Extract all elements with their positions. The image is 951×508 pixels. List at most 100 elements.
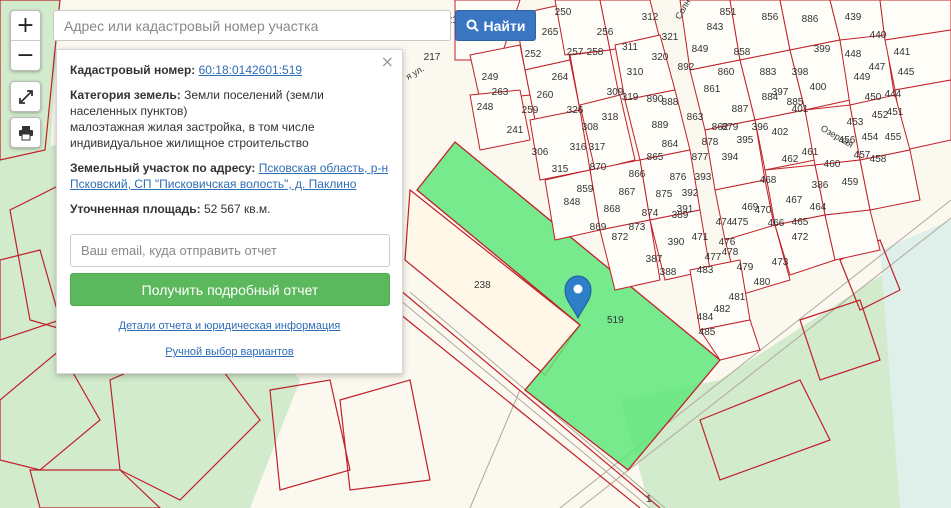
svg-text:865: 865 — [647, 152, 664, 163]
svg-text:483: 483 — [697, 265, 714, 276]
svg-text:452: 452 — [872, 110, 889, 121]
svg-text:464: 464 — [810, 202, 827, 213]
svg-text:892: 892 — [678, 62, 695, 73]
svg-text:859: 859 — [577, 184, 594, 195]
svg-text:479: 479 — [737, 262, 754, 273]
svg-text:870: 870 — [590, 162, 607, 173]
svg-text:860: 860 — [718, 67, 735, 78]
print-button[interactable] — [11, 118, 40, 147]
svg-text:883: 883 — [760, 67, 777, 78]
svg-text:468: 468 — [760, 175, 777, 186]
land-category-row: Категория земель: Земли поселений (земли… — [70, 87, 389, 151]
svg-text:455: 455 — [885, 132, 902, 143]
selected-parcel-label: 519 — [607, 315, 624, 326]
parcel-info-popup: × Кадастровый номер: 60:18:0142601:519 К… — [56, 49, 403, 374]
svg-text:472: 472 — [792, 232, 809, 243]
svg-text:402: 402 — [772, 127, 789, 138]
printer-icon — [18, 125, 33, 140]
svg-text:401: 401 — [792, 104, 809, 115]
get-report-button[interactable]: Получить подробный отчет — [70, 273, 390, 306]
svg-text:470: 470 — [755, 205, 772, 216]
cadastral-number-row: Кадастровый номер: 60:18:0142601:519 — [70, 62, 389, 78]
svg-text:478: 478 — [722, 247, 739, 258]
svg-text:312: 312 — [642, 12, 659, 23]
svg-text:480: 480 — [754, 277, 771, 288]
address-row: Земельный участок по адресу: Псковская о… — [70, 160, 389, 192]
svg-text:265: 265 — [542, 27, 559, 38]
svg-text:459: 459 — [842, 177, 859, 188]
close-icon[interactable]: × — [381, 54, 394, 70]
svg-text:399: 399 — [814, 44, 831, 55]
search-input[interactable] — [53, 10, 451, 41]
report-details-link[interactable]: Детали отчета и юридическая информация — [119, 320, 341, 332]
search-button[interactable]: Найти — [455, 10, 536, 41]
svg-text:387: 387 — [646, 254, 663, 265]
svg-text:849: 849 — [692, 44, 709, 55]
svg-text:397: 397 — [772, 87, 789, 98]
svg-text:474: 474 — [716, 217, 733, 228]
svg-text:875: 875 — [656, 189, 673, 200]
land-category-label: Категория земель: — [70, 88, 181, 102]
svg-text:872: 872 — [612, 232, 629, 243]
svg-text:867: 867 — [619, 187, 636, 198]
svg-text:873: 873 — [629, 222, 646, 233]
svg-text:308: 308 — [582, 122, 599, 133]
svg-text:310: 310 — [627, 67, 644, 78]
svg-text:887: 887 — [732, 104, 749, 115]
svg-text:886: 886 — [802, 14, 819, 25]
svg-text:856: 856 — [762, 12, 779, 23]
svg-text:264: 264 — [552, 72, 569, 83]
svg-text:320: 320 — [652, 52, 669, 63]
svg-text:444: 444 — [885, 89, 902, 100]
svg-text:451: 451 — [887, 107, 904, 118]
svg-text:248: 248 — [477, 102, 494, 113]
svg-text:321: 321 — [662, 32, 679, 43]
svg-text:485: 485 — [699, 327, 716, 338]
svg-text:252: 252 — [525, 49, 542, 60]
svg-text:396: 396 — [752, 122, 769, 133]
svg-text:450: 450 — [865, 92, 882, 103]
svg-text:440: 440 — [870, 30, 887, 41]
svg-text:465: 465 — [792, 217, 809, 228]
permitted-use-value: малоэтажная жилая застройка, в том числе… — [70, 120, 315, 150]
svg-text:241: 241 — [507, 125, 524, 136]
zoom-out-button[interactable]: − — [11, 40, 40, 70]
svg-text:445: 445 — [898, 67, 915, 78]
svg-text:394: 394 — [722, 152, 739, 163]
svg-text:391: 391 — [677, 204, 694, 215]
svg-text:461: 461 — [802, 147, 819, 158]
svg-text:250: 250 — [555, 7, 572, 18]
svg-text:316: 316 — [570, 142, 587, 153]
svg-text:441: 441 — [894, 47, 911, 58]
svg-text:890: 890 — [647, 94, 664, 105]
svg-text:868: 868 — [604, 204, 621, 215]
area-value: 52 567 кв.м. — [203, 202, 271, 216]
svg-text:851: 851 — [720, 7, 737, 18]
svg-text:460: 460 — [824, 159, 841, 170]
svg-text:263: 263 — [492, 87, 509, 98]
svg-text:386: 386 — [812, 180, 829, 191]
svg-text:326: 326 — [567, 105, 584, 116]
svg-text:257: 257 — [567, 47, 584, 58]
svg-text:889: 889 — [652, 120, 669, 131]
svg-text:473: 473 — [772, 257, 789, 268]
svg-text:475: 475 — [732, 217, 749, 228]
email-input[interactable] — [70, 234, 390, 267]
svg-text:319: 319 — [622, 92, 639, 103]
fullscreen-button[interactable] — [11, 82, 40, 111]
svg-text:318: 318 — [602, 112, 619, 123]
svg-text:260: 260 — [537, 90, 554, 101]
svg-text:395: 395 — [737, 135, 754, 146]
fullscreen-control — [10, 81, 41, 112]
svg-text:217: 217 — [424, 52, 441, 63]
manual-selection-link[interactable]: Ручной выбор вариантов — [165, 346, 293, 358]
zoom-control: + − — [10, 10, 41, 71]
address-label: Земельный участок по адресу: — [70, 161, 256, 175]
svg-text:454: 454 — [862, 132, 879, 143]
svg-text:390: 390 — [668, 237, 685, 248]
cadastral-number-link[interactable]: 60:18:0142601:519 — [199, 63, 302, 77]
zoom-in-button[interactable]: + — [11, 11, 40, 40]
svg-text:311: 311 — [622, 42, 638, 53]
svg-text:477: 477 — [705, 252, 722, 263]
svg-text:484: 484 — [697, 312, 714, 323]
